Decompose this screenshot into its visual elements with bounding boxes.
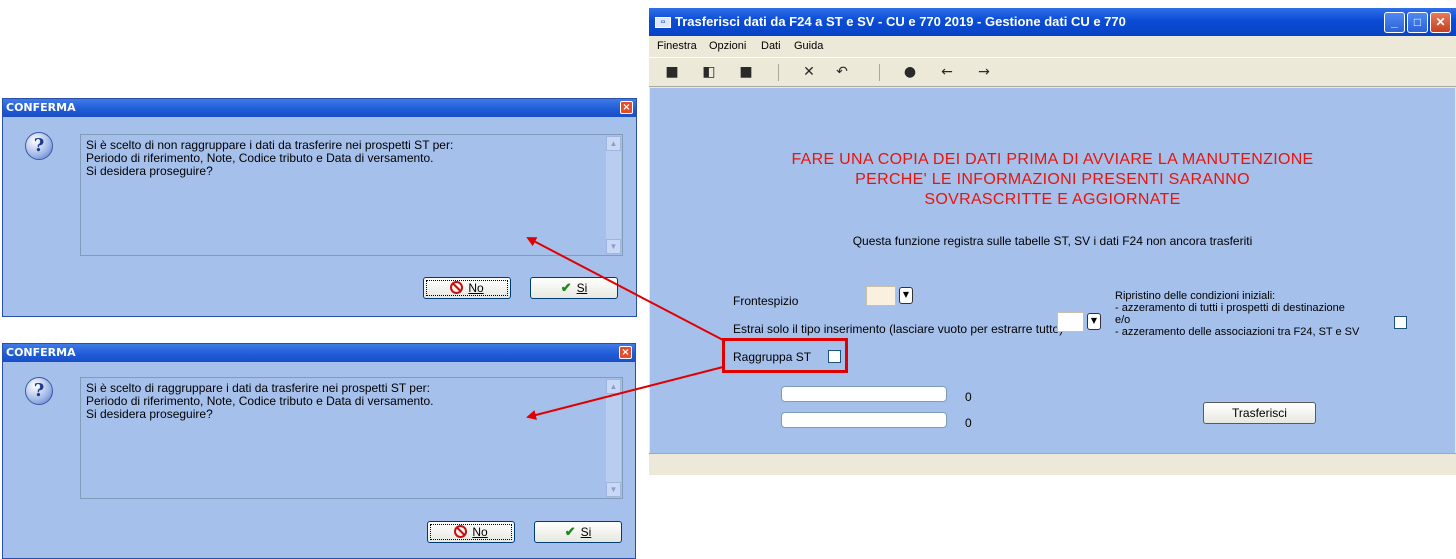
forbidden-icon: [450, 281, 464, 294]
tipo-inserimento-field[interactable]: [1057, 312, 1084, 332]
undo-icon[interactable]: ↶: [834, 64, 850, 80]
warning-line: PERCHE' LE INFORMAZIONI PRESENTI SARANNO: [855, 171, 1250, 188]
checkmark-icon: ✔: [560, 280, 572, 295]
yes-label: Si: [576, 281, 588, 295]
new-icon[interactable]: ■: [664, 64, 680, 80]
scroll-up-icon[interactable]: ▲: [606, 136, 621, 151]
ripristino-line: - azzeramento delle associazioni tra F24…: [1115, 326, 1360, 338]
chevron-down-icon[interactable]: ▼: [899, 287, 913, 304]
raggruppa-st-checkbox[interactable]: [828, 350, 841, 363]
main-window: ▭ Trasferisci dati da F24 a ST e SV - CU…: [649, 8, 1456, 475]
ripristino-line: Ripristino delle condizioni iniziali:: [1115, 290, 1276, 302]
no-label: No: [468, 281, 484, 295]
message-box: Si è scelto di raggruppare i dati da tra…: [80, 377, 623, 499]
forbidden-icon: [454, 525, 468, 538]
status-bar: [649, 453, 1456, 475]
ripristino-checkbox[interactable]: [1394, 316, 1407, 329]
no-label: No: [472, 525, 488, 539]
window-title: Trasferisci dati da F24 a ST e SV - CU e…: [675, 14, 1126, 29]
app-icon: ▭: [655, 17, 671, 28]
no-button[interactable]: No: [423, 277, 511, 299]
progress-count-1: 0: [965, 390, 972, 404]
chevron-down-icon[interactable]: ▼: [1087, 313, 1101, 330]
toolbar-separator: [879, 64, 880, 81]
checkmark-icon: ✔: [564, 524, 576, 539]
progress-bar-1: [781, 386, 947, 402]
scroll-down-icon[interactable]: ▼: [606, 239, 621, 254]
vertical-scrollbar[interactable]: ▲ ▼: [606, 136, 621, 254]
message-line: Si desidera proseguire?: [86, 164, 213, 178]
vertical-scrollbar[interactable]: ▲ ▼: [606, 379, 621, 497]
delete-icon[interactable]: ✕: [801, 64, 817, 80]
form-panel: FARE UNA COPIA DEI DATI PRIMA DI AVVIARE…: [650, 88, 1455, 453]
dialog-title-bar: CONFERMA ×: [3, 344, 635, 362]
next-icon[interactable]: →: [976, 64, 992, 80]
frontespizio-label: Frontespizio: [733, 294, 799, 308]
maximize-icon[interactable]: □: [1407, 12, 1428, 33]
warning-message: FARE UNA COPIA DEI DATI PRIMA DI AVVIARE…: [650, 150, 1455, 210]
menu-opzioni[interactable]: Opzioni: [709, 40, 746, 52]
menu-dati[interactable]: Dati: [761, 40, 781, 52]
save-as-icon[interactable]: ◧: [701, 64, 717, 80]
warning-line: FARE UNA COPIA DEI DATI PRIMA DI AVVIARE…: [791, 151, 1314, 168]
warning-line: SOVRASCRITTE E AGGIORNATE: [924, 191, 1181, 208]
no-button[interactable]: No: [427, 521, 515, 543]
dialog-title: CONFERMA: [6, 346, 76, 359]
yes-button[interactable]: ✔ Si: [534, 521, 622, 543]
dialog-title: CONFERMA: [6, 101, 76, 114]
window-title-bar: ▭ Trasferisci dati da F24 a ST e SV - CU…: [649, 8, 1456, 36]
confirm-dialog-no-grouping: CONFERMA × ? Si è scelto di non raggrupp…: [2, 98, 637, 317]
message-line: Si desidera proseguire?: [86, 407, 213, 421]
progress-count-2: 0: [965, 416, 972, 430]
estrai-label: Estrai solo il tipo inserimento (lasciar…: [733, 322, 1064, 336]
question-icon: ?: [25, 132, 53, 160]
message-box: Si è scelto di non raggruppare i dati da…: [80, 134, 623, 256]
toolbar-separator: [778, 64, 779, 81]
ripristino-line: - azzeramento di tutti i prospetti di de…: [1115, 302, 1345, 314]
raggruppa-label: Raggruppa ST: [733, 350, 812, 364]
save-icon[interactable]: ■: [738, 64, 754, 80]
search-icon[interactable]: ●: [902, 64, 918, 80]
frontespizio-field[interactable]: [866, 286, 896, 306]
trasferisci-button[interactable]: Trasferisci: [1203, 402, 1316, 424]
yes-button[interactable]: ✔ Si: [530, 277, 618, 299]
function-description: Questa funzione registra sulle tabelle S…: [852, 234, 1253, 248]
close-icon[interactable]: ✕: [1430, 12, 1451, 33]
close-icon[interactable]: ×: [619, 346, 632, 359]
confirm-dialog-grouping: CONFERMA × ? Si è scelto di raggruppare …: [2, 343, 636, 559]
progress-bar-2: [781, 412, 947, 428]
menu-finestra[interactable]: Finestra: [657, 40, 697, 52]
tipo-inserimento-select[interactable]: ▼: [1057, 312, 1103, 332]
ripristino-line: e/o: [1115, 314, 1131, 326]
ripristino-description: Ripristino delle condizioni iniziali: - …: [1115, 290, 1359, 338]
menu-guida[interactable]: Guida: [794, 40, 823, 52]
previous-icon[interactable]: ←: [939, 64, 955, 80]
toolbar: ■ ◧ ■ ✕ ↶ ● ← →: [649, 57, 1456, 87]
menu-bar: Finestra Opzioni Dati Guida: [649, 36, 1456, 57]
question-icon: ?: [25, 377, 53, 405]
scroll-up-icon[interactable]: ▲: [606, 379, 621, 394]
frontespizio-select[interactable]: ▼: [866, 286, 916, 306]
yes-label: Si: [580, 525, 592, 539]
minimize-icon[interactable]: _: [1384, 12, 1405, 33]
close-icon[interactable]: ×: [620, 101, 633, 114]
dialog-title-bar: CONFERMA ×: [3, 99, 636, 117]
scroll-down-icon[interactable]: ▼: [606, 482, 621, 497]
